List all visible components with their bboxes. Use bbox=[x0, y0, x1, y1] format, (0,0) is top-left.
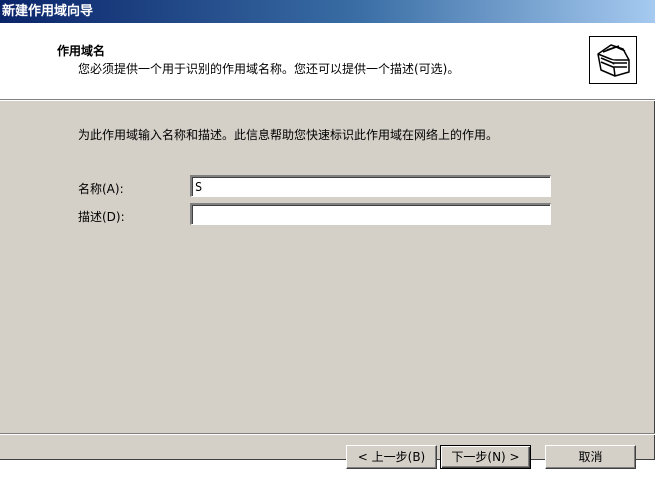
window-title: 新建作用域向导 bbox=[2, 4, 94, 19]
scope-wizard-window: 新建作用域向导 作用域名 您必须提供一个用于识别的作用域名称。您还可以提供一个描… bbox=[0, 0, 655, 469]
header-divider bbox=[0, 100, 655, 101]
title-bar[interactable]: 新建作用域向导 bbox=[0, 0, 655, 23]
cancel-button[interactable]: 取消 bbox=[545, 445, 636, 469]
name-input[interactable] bbox=[190, 175, 551, 197]
back-button[interactable]: < 上一步(B) bbox=[346, 445, 437, 469]
folders-icon bbox=[589, 36, 637, 84]
button-divider bbox=[0, 433, 655, 435]
description-label: 描述(D): bbox=[78, 210, 125, 224]
next-button[interactable]: 下一步(N) > bbox=[440, 445, 531, 469]
header-subtitle: 您必须提供一个用于识别的作用域名称。您还可以提供一个描述(可选)。 bbox=[78, 62, 460, 76]
instructions-text: 为此作用域输入名称和描述。此信息帮助您快速标识此作用域在网络上的作用。 bbox=[78, 128, 499, 142]
wizard-header: 作用域名 您必须提供一个用于识别的作用域名称。您还可以提供一个描述(可选)。 bbox=[0, 23, 655, 100]
description-input[interactable] bbox=[190, 203, 551, 225]
name-label: 名称(A): bbox=[78, 182, 124, 196]
header-title: 作用域名 bbox=[57, 44, 106, 58]
